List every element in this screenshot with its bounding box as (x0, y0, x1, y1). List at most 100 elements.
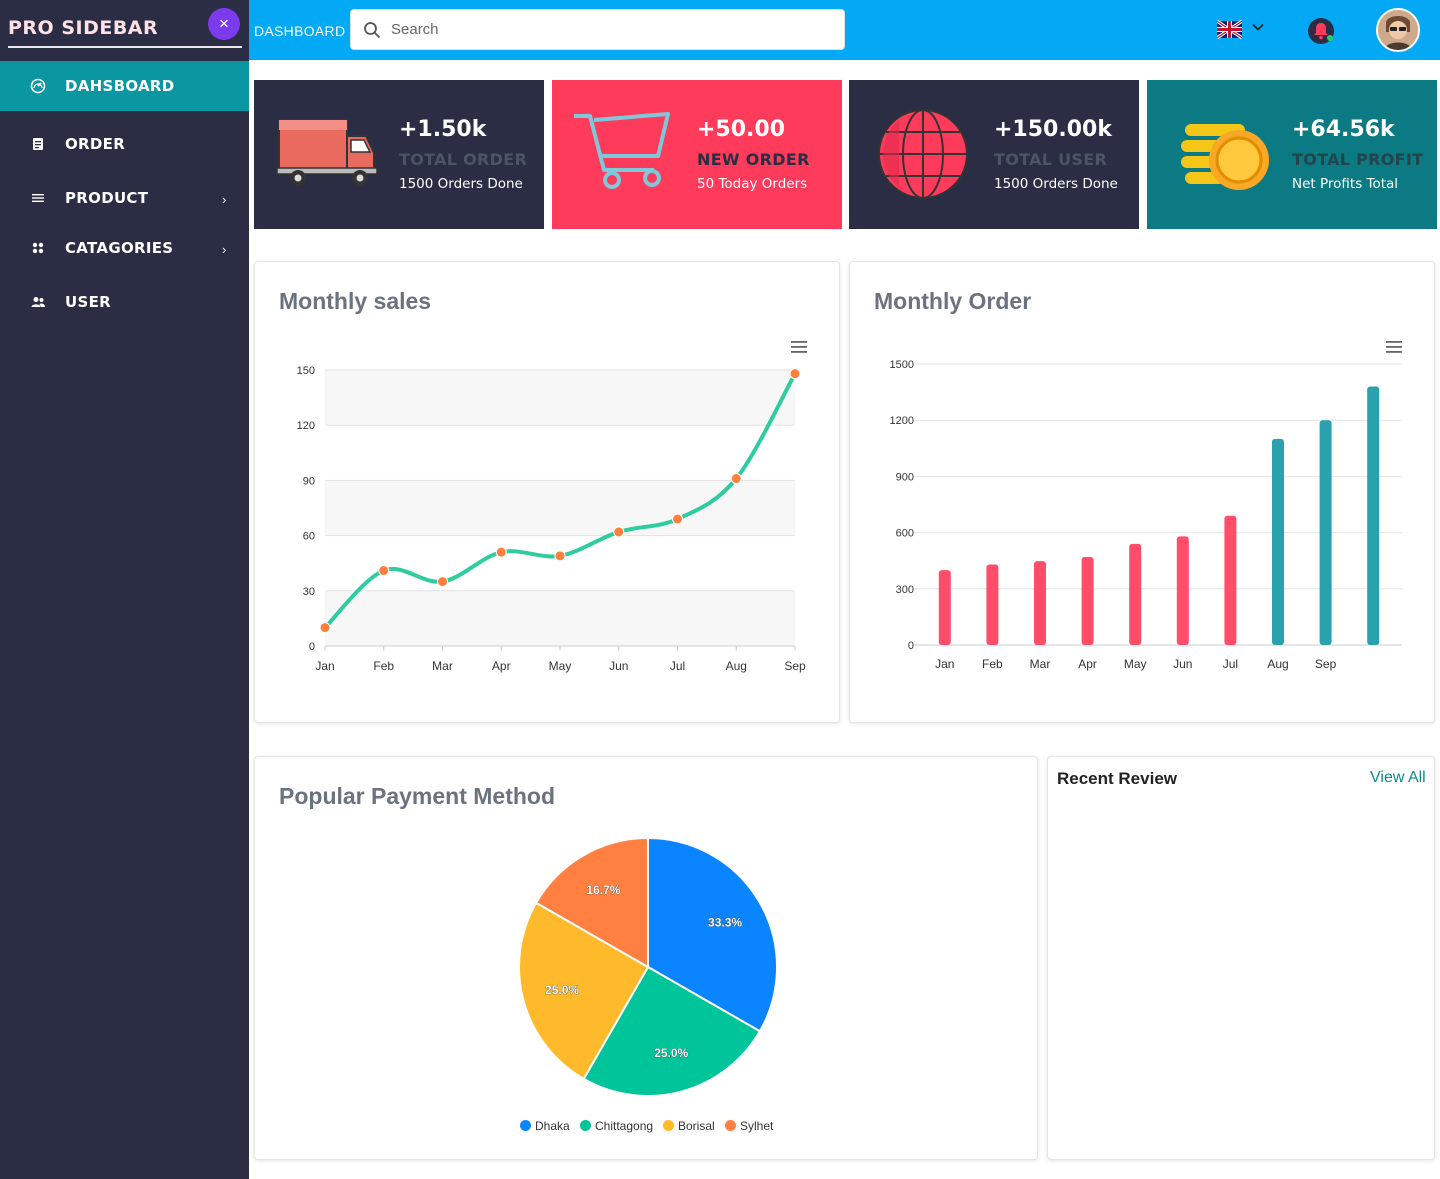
slice-data-label: 16.7% (586, 883, 620, 897)
list-icon (32, 194, 44, 202)
stat-value: +1.50k (399, 117, 487, 142)
sidebar: PRO SIDEBAR × DAHSBOARD ORDER PRODUCT › … (0, 0, 249, 1179)
avatar[interactable] (1376, 8, 1420, 52)
data-point (495, 546, 507, 558)
sidebar-item-label: USER (65, 293, 111, 311)
data-point (730, 473, 742, 485)
legend-label: Chittagong (595, 1119, 654, 1133)
stat-card-total-user[interactable]: +150.00k TOTAL USER 1500 Orders Done (849, 80, 1139, 229)
card-title: Popular Payment Method (279, 783, 556, 809)
x-tick-label: Jun (1173, 657, 1192, 671)
legend-item[interactable]: Chittagong (580, 1119, 653, 1133)
y-tick-label: 120 (297, 420, 315, 432)
y-tick-label: 60 (303, 531, 315, 543)
y-tick-label: 300 (896, 584, 914, 596)
search-box (350, 9, 845, 50)
x-tick-label: Feb (373, 659, 394, 673)
sidebar-item-product[interactable]: PRODUCT › (0, 173, 249, 223)
monthly-order-card: Monthly Order 0 300 600 900 1200 1500 Jan Feb Ma… (849, 261, 1435, 723)
dashboard-gauge-icon (30, 78, 46, 94)
x-tick-label: May (1124, 657, 1147, 671)
y-tick-label: 150 (297, 365, 315, 377)
payment-pie-chart: 33.3% 25.0% 25.0% 16.7% (518, 836, 778, 1097)
data-point (378, 565, 390, 577)
uk-flag-icon[interactable] (1217, 18, 1242, 41)
legend-marker (725, 1120, 736, 1131)
bar (1367, 386, 1380, 645)
data-point (554, 550, 566, 562)
sidebar-item-label: DAHSBOARD (65, 77, 175, 95)
stat-value: +64.56k (1292, 117, 1395, 142)
close-sidebar-button[interactable]: × (208, 8, 240, 40)
brand: PRO SIDEBAR × (8, 8, 242, 48)
topbar: DASHBOARD (249, 0, 1440, 60)
stat-title: TOTAL USER (994, 150, 1108, 169)
x-tick-label: Sep (1315, 657, 1337, 671)
sidebar-item-dashboard[interactable]: DAHSBOARD (0, 61, 249, 111)
sidebar-item-label: PRODUCT (65, 189, 149, 207)
x-tick-label: Apr (492, 659, 511, 673)
slice-data-label: 25.0% (654, 1046, 688, 1060)
payment-method-card: Popular Payment Method 33.3% 25.0% 25.0% 16… (254, 756, 1038, 1160)
legend-item[interactable]: Dhaka (520, 1119, 570, 1133)
y-tick-label: 900 (896, 471, 914, 483)
y-tick-label: 0 (309, 641, 315, 653)
view-all-link[interactable]: View All (1370, 769, 1426, 787)
legend-marker (580, 1120, 591, 1131)
slice-data-label: 25.0% (545, 983, 579, 997)
search-input[interactable] (391, 10, 831, 49)
legend-label: Borisal (678, 1119, 715, 1133)
x-tick-label: Feb (982, 657, 1003, 671)
y-tick-label: 1500 (890, 359, 914, 371)
card-title: Monthly Order (874, 288, 1032, 314)
sidebar-item-user[interactable]: USER (0, 277, 249, 327)
y-tick-label: 600 (896, 528, 914, 540)
bar (1034, 561, 1046, 645)
bar (1224, 515, 1237, 645)
bar (1129, 543, 1142, 645)
card-title: Recent Review (1057, 769, 1177, 788)
monthly-sales-card: Monthly sales 0 30 60 90 120 150 Jan Feb Mar Apr M… (254, 261, 840, 723)
grid-band (325, 370, 795, 426)
bar (938, 570, 951, 645)
y-tick-label: 0 (908, 640, 914, 652)
legend-marker (520, 1120, 531, 1131)
grid-band (325, 590, 795, 646)
legend-marker (663, 1120, 674, 1131)
close-icon: × (219, 14, 229, 33)
globe-icon (878, 109, 968, 199)
x-tick-label: Sep (784, 659, 806, 673)
delivery-truck-icon (276, 119, 378, 186)
monthly-order-chart: 0 300 600 900 1200 1500 Jan Feb Mar Apr May Jun Jul A… (890, 359, 1402, 671)
stat-card-new-order[interactable]: +50.00 NEW ORDER 50 Today Orders (552, 80, 842, 229)
bell-icon[interactable] (1307, 17, 1335, 45)
slice-data-label: 33.3% (708, 915, 742, 929)
sidebar-item-order[interactable]: ORDER (0, 119, 249, 169)
x-tick-label: Jul (670, 659, 685, 673)
sidebar-item-catagories[interactable]: CATAGORIES › (0, 223, 249, 273)
breadcrumb[interactable]: DASHBOARD (254, 23, 345, 39)
grid-icon (32, 242, 44, 254)
users-icon (31, 297, 45, 307)
x-tick-label: Mar (1030, 657, 1051, 671)
x-tick-label: Jan (935, 657, 954, 671)
x-tick-label: Jun (609, 659, 628, 673)
stat-title: TOTAL PROFIT (1292, 150, 1424, 169)
bar (1272, 438, 1284, 645)
sidebar-item-label: ORDER (65, 135, 126, 153)
stat-card-total-order[interactable]: +1.50k TOTAL ORDER 1500 Orders Done (254, 80, 544, 229)
stat-card-total-profit[interactable]: +64.56k TOTAL PROFIT Net Profits Total (1147, 80, 1437, 229)
x-tick-label: Apr (1078, 657, 1097, 671)
legend-item[interactable]: Borisal (663, 1119, 715, 1133)
legend-item[interactable]: Sylhet (725, 1119, 773, 1133)
stat-value: +150.00k (994, 117, 1112, 142)
user-avatar-icon (1378, 10, 1418, 50)
bar (1081, 556, 1094, 645)
data-point (789, 368, 801, 380)
stat-subtitle: 1500 Orders Done (994, 176, 1118, 192)
chevron-down-icon[interactable] (1251, 20, 1265, 34)
chevron-right-icon: › (222, 242, 227, 257)
x-tick-label: Jul (1223, 657, 1238, 671)
card-title: Monthly sales (279, 288, 432, 314)
legend-label: Sylhet (740, 1119, 774, 1133)
